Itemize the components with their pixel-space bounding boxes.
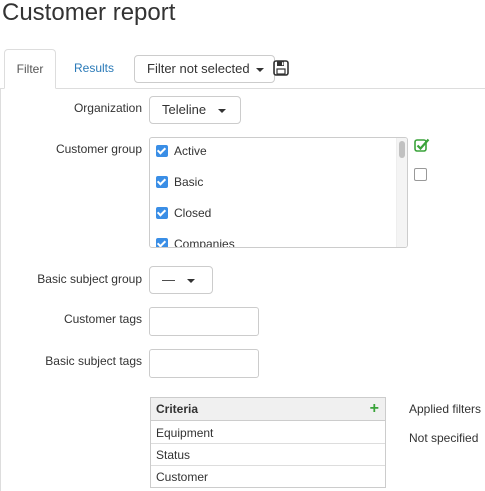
list-item[interactable]: Active	[156, 141, 207, 161]
criteria-header: Criteria +	[151, 398, 385, 421]
basic-subject-group-dropdown[interactable]: —	[149, 266, 213, 294]
criteria-table: Criteria + Equipment Status Customer	[150, 397, 386, 488]
applied-filters-label: Applied filters	[409, 402, 482, 416]
customer-group-label: Customer group	[55, 142, 142, 156]
list-item[interactable]: Basic	[156, 172, 203, 192]
caret-down-icon	[218, 108, 227, 113]
filter-select-label: Filter not selected	[147, 61, 250, 76]
checkbox-checked-icon[interactable]	[156, 145, 168, 157]
customer-tags-input[interactable]	[149, 307, 259, 336]
list-item-label: Basic	[174, 175, 204, 189]
listbox-scrollbar[interactable]	[396, 138, 407, 247]
list-item-label: Closed	[174, 206, 212, 220]
deselect-all-checkbox[interactable]	[414, 168, 427, 181]
scrollbar-thumb[interactable]	[399, 141, 405, 158]
checkbox-checked-icon[interactable]	[156, 238, 168, 247]
tab-results[interactable]: Results	[66, 49, 122, 89]
list-item-label: Companies	[174, 237, 235, 248]
criteria-header-label: Criteria	[156, 402, 199, 416]
filter-select-dropdown[interactable]: Filter not selected	[134, 55, 275, 83]
customer-group-listbox[interactable]: Active Basic Closed Companies	[149, 137, 408, 248]
caret-down-icon	[187, 278, 195, 283]
basic-subject-tags-input[interactable]	[149, 349, 259, 378]
tab-filter[interactable]: Filter	[4, 49, 56, 89]
list-item-label: Active	[174, 144, 207, 158]
customer-tags-label: Customer tags	[63, 312, 142, 326]
caret-down-icon	[255, 67, 264, 72]
applied-filters-value: Not specified	[409, 431, 479, 445]
table-row[interactable]: Equipment	[151, 422, 385, 444]
table-row[interactable]: Customer	[151, 466, 385, 488]
checkbox-checked-icon[interactable]	[156, 207, 168, 219]
organization-value: Teleline	[162, 102, 207, 117]
checkbox-checked-icon[interactable]	[156, 176, 168, 188]
table-row[interactable]: Status	[151, 444, 385, 466]
page-title: Customer report	[2, 0, 176, 26]
basic-subject-group-label: Basic subject group	[37, 272, 142, 286]
plus-icon[interactable]: +	[370, 398, 379, 420]
list-item[interactable]: Companies	[156, 234, 235, 248]
list-item[interactable]: Closed	[156, 203, 211, 223]
floppy-disk-icon[interactable]	[273, 60, 289, 76]
organization-dropdown[interactable]: Teleline	[149, 96, 241, 124]
basic-subject-tags-label: Basic subject tags	[45, 354, 142, 368]
basic-subject-group-value: —	[162, 272, 175, 287]
green-checkmark-icon[interactable]	[414, 137, 430, 153]
organization-label: Organization	[73, 101, 142, 115]
